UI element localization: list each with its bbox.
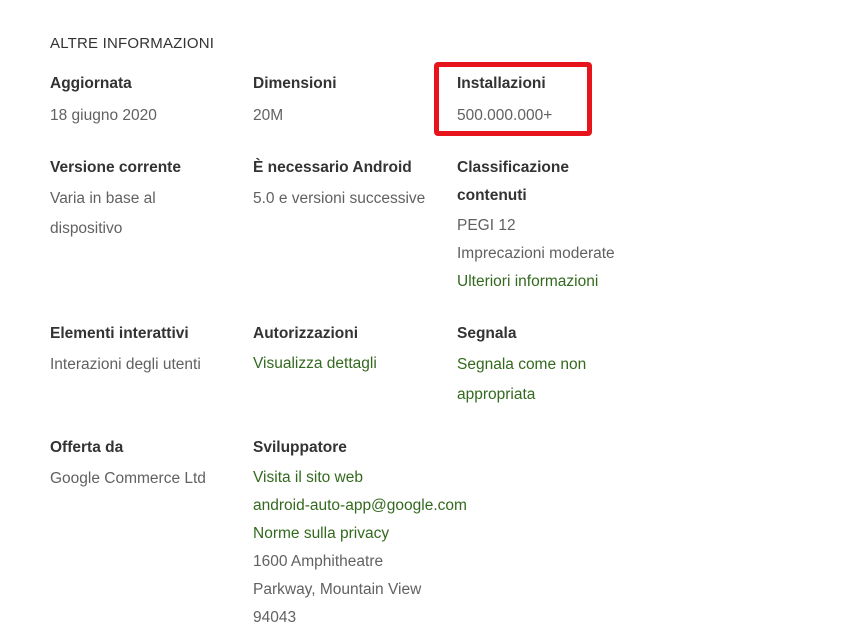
current-version-value-line1: Varia in base al (50, 190, 156, 207)
size-info: Dimensioni 20M (253, 70, 448, 130)
offered-by-value: Google Commerce Ltd (50, 470, 206, 487)
developer-website-link[interactable]: Visita il sito web (253, 464, 513, 492)
developer-privacy-link[interactable]: Norme sulla privacy (253, 520, 513, 548)
developer-address-line3: 94043 (253, 609, 297, 626)
size-value: 20M (253, 107, 284, 124)
updated-info: Aggiornata 18 giugno 2020 (50, 70, 245, 130)
report-link[interactable]: Segnala come non appropriata (457, 350, 657, 410)
developer-label: Sviluppatore (253, 439, 347, 456)
developer-email-link[interactable]: android-auto-app@google.com (253, 492, 513, 520)
developer-info: Sviluppatore Visita il sito web android-… (253, 434, 513, 632)
permissions-details-link[interactable]: Visualizza dettagli (253, 350, 448, 378)
installs-highlight-box (434, 62, 592, 136)
size-label: Dimensioni (253, 75, 337, 92)
report-link-line1[interactable]: Segnala come non (457, 350, 657, 380)
interactive-elements-info: Elementi interattivi Interazioni degli u… (50, 320, 245, 380)
report-label: Segnala (457, 325, 517, 342)
report-info: Segnala Segnala come non appropriata (457, 320, 657, 410)
content-rating-info: Classificazione contenuti PEGI 12 Imprec… (457, 154, 657, 296)
interactive-elements-value: Interazioni degli utenti (50, 356, 201, 373)
offered-by-info: Offerta da Google Commerce Ltd (50, 434, 245, 494)
interactive-elements-label: Elementi interattivi (50, 325, 189, 342)
section-title: ALTRE INFORMAZIONI (50, 35, 215, 52)
current-version-value-line2: dispositivo (50, 220, 123, 237)
content-rating-more-link[interactable]: Ulteriori informazioni (457, 268, 657, 296)
content-rating-label-line2: contenuti (457, 187, 527, 204)
developer-address-line1: 1600 Amphitheatre (253, 553, 384, 570)
current-version-info: Versione corrente Varia in base al dispo… (50, 154, 245, 244)
developer-address-line2: Parkway, Mountain View (253, 581, 422, 598)
content-rating-descriptor: Imprecazioni moderate (457, 245, 615, 262)
current-version-label: Versione corrente (50, 159, 181, 176)
permissions-label: Autorizzazioni (253, 325, 359, 342)
requires-android-info: È necessario Android 5.0 e versioni succ… (253, 154, 453, 214)
content-rating-label-line1: Classificazione (457, 159, 569, 176)
requires-android-label: È necessario Android (253, 159, 412, 176)
updated-label: Aggiornata (50, 75, 132, 92)
content-rating-value: PEGI 12 (457, 217, 516, 234)
report-link-line2[interactable]: appropriata (457, 380, 657, 410)
updated-value: 18 giugno 2020 (50, 107, 157, 124)
offered-by-label: Offerta da (50, 439, 124, 456)
permissions-info: Autorizzazioni Visualizza dettagli (253, 320, 448, 378)
requires-android-value: 5.0 e versioni successive (253, 190, 426, 207)
